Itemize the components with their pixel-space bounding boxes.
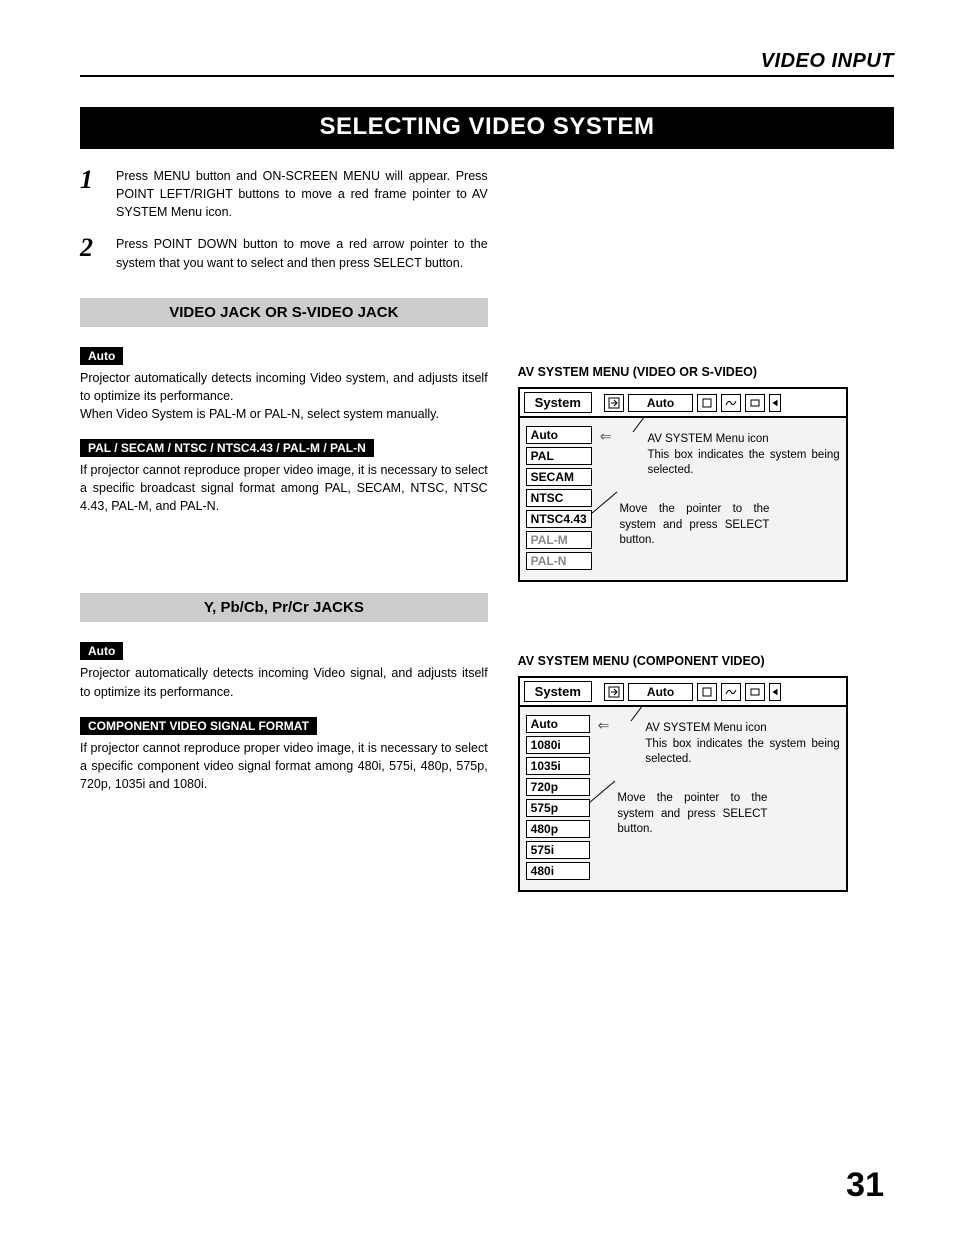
triangle-left-icon bbox=[769, 394, 781, 412]
annot-move-pointer: Move the pointer to the system and press… bbox=[617, 791, 767, 838]
subsection-component-jacks: Y, Pb/Cb, Pr/Cr JACKS bbox=[80, 593, 488, 622]
osd-caption: AV SYSTEM MENU (VIDEO OR S-VIDEO) bbox=[518, 365, 894, 379]
subsection-video-jack: VIDEO JACK OR S-VIDEO JACK bbox=[80, 298, 488, 327]
steps-list: 1 Press MENU button and ON-SCREEN MENU w… bbox=[80, 167, 488, 272]
osd-caption: AV SYSTEM MENU (COMPONENT VIDEO) bbox=[518, 654, 894, 668]
osd-system-list: Auto PAL SECAM NTSC NTSC4.43 PAL-M PAL-N bbox=[526, 426, 592, 570]
osd-selected-chip: Auto bbox=[628, 683, 693, 701]
osd-item-1080i[interactable]: 1080i bbox=[526, 736, 590, 754]
wave-icon bbox=[721, 683, 741, 701]
pointer-left-icon: ⇐ bbox=[600, 428, 612, 445]
osd-item-575i[interactable]: 575i bbox=[526, 841, 590, 859]
osd-item-palm[interactable]: PAL-M bbox=[526, 531, 592, 549]
osd-item-480i[interactable]: 480i bbox=[526, 862, 590, 880]
osd-item-auto[interactable]: Auto bbox=[526, 426, 592, 444]
page-number: 31 bbox=[846, 1166, 884, 1205]
osd-item-ntsc443[interactable]: NTSC4.43 bbox=[526, 510, 592, 528]
arrow-in-icon bbox=[604, 683, 624, 701]
step-number: 1 bbox=[80, 167, 102, 221]
pill-pal-list: PAL / SECAM / NTSC / NTSC4.43 / PAL-M / … bbox=[80, 439, 374, 457]
step-text: Press POINT DOWN button to move a red ar… bbox=[116, 235, 488, 271]
osd-system-chip: System bbox=[524, 681, 592, 702]
osd-item-paln[interactable]: PAL-N bbox=[526, 552, 592, 570]
pill-auto: Auto bbox=[80, 642, 123, 660]
osd-item-1035i[interactable]: 1035i bbox=[526, 757, 590, 775]
osd-item-secam[interactable]: SECAM bbox=[526, 468, 592, 486]
pointer-left-icon: ⇐ bbox=[598, 717, 610, 734]
osd-selected-chip: Auto bbox=[628, 394, 693, 412]
body-text: If projector cannot reproduce proper vid… bbox=[80, 739, 488, 793]
body-text: If projector cannot reproduce proper vid… bbox=[80, 461, 488, 515]
step-2: 2 Press POINT DOWN button to move a red … bbox=[80, 235, 488, 271]
section-header: VIDEO INPUT bbox=[80, 50, 894, 73]
osd-panel-component: System Auto Auto 1080i 1035i 720p 575p 4… bbox=[518, 676, 848, 892]
header-rule bbox=[80, 75, 894, 77]
annot-box-selected: This box indicates the system being sele… bbox=[645, 737, 839, 768]
osd-panel-video: System Auto Auto PAL SECAM NTSC NTSC4.43… bbox=[518, 387, 848, 582]
osd-item-ntsc[interactable]: NTSC bbox=[526, 489, 592, 507]
osd-annotations: AV SYSTEM Menu icon This box indicates t… bbox=[617, 715, 839, 880]
arrow-in-icon bbox=[604, 394, 624, 412]
wave-icon bbox=[721, 394, 741, 412]
osd-system-chip: System bbox=[524, 392, 592, 413]
body-text: Projector automatically detects incoming… bbox=[80, 664, 488, 700]
osd-system-list: Auto 1080i 1035i 720p 575p 480p 575i 480… bbox=[526, 715, 590, 880]
annot-box-selected: This box indicates the system being sele… bbox=[647, 448, 839, 479]
step-number: 2 bbox=[80, 235, 102, 271]
pill-auto: Auto bbox=[80, 347, 123, 365]
osd-item-480p[interactable]: 480p bbox=[526, 820, 590, 838]
step-1: 1 Press MENU button and ON-SCREEN MENU w… bbox=[80, 167, 488, 221]
osd-item-720p[interactable]: 720p bbox=[526, 778, 590, 796]
screen-icon bbox=[745, 683, 765, 701]
osd-item-575p[interactable]: 575p bbox=[526, 799, 590, 817]
annot-menu-icon: AV SYSTEM Menu icon bbox=[647, 432, 839, 448]
pill-component-format: COMPONENT VIDEO SIGNAL FORMAT bbox=[80, 717, 317, 735]
square-icon bbox=[697, 683, 717, 701]
osd-annotations: AV SYSTEM Menu icon This box indicates t… bbox=[619, 426, 839, 570]
triangle-left-icon bbox=[769, 683, 781, 701]
annot-menu-icon: AV SYSTEM Menu icon bbox=[645, 721, 839, 737]
osd-item-pal[interactable]: PAL bbox=[526, 447, 592, 465]
osd-menubar: System Auto bbox=[520, 389, 846, 418]
step-text: Press MENU button and ON-SCREEN MENU wil… bbox=[116, 167, 488, 221]
square-icon bbox=[697, 394, 717, 412]
annot-move-pointer: Move the pointer to the system and press… bbox=[619, 502, 769, 549]
screen-icon bbox=[745, 394, 765, 412]
body-text: Projector automatically detects incoming… bbox=[80, 369, 488, 423]
osd-menubar: System Auto bbox=[520, 678, 846, 707]
page-title-bar: SELECTING VIDEO SYSTEM bbox=[80, 107, 894, 149]
osd-item-auto[interactable]: Auto bbox=[526, 715, 590, 733]
